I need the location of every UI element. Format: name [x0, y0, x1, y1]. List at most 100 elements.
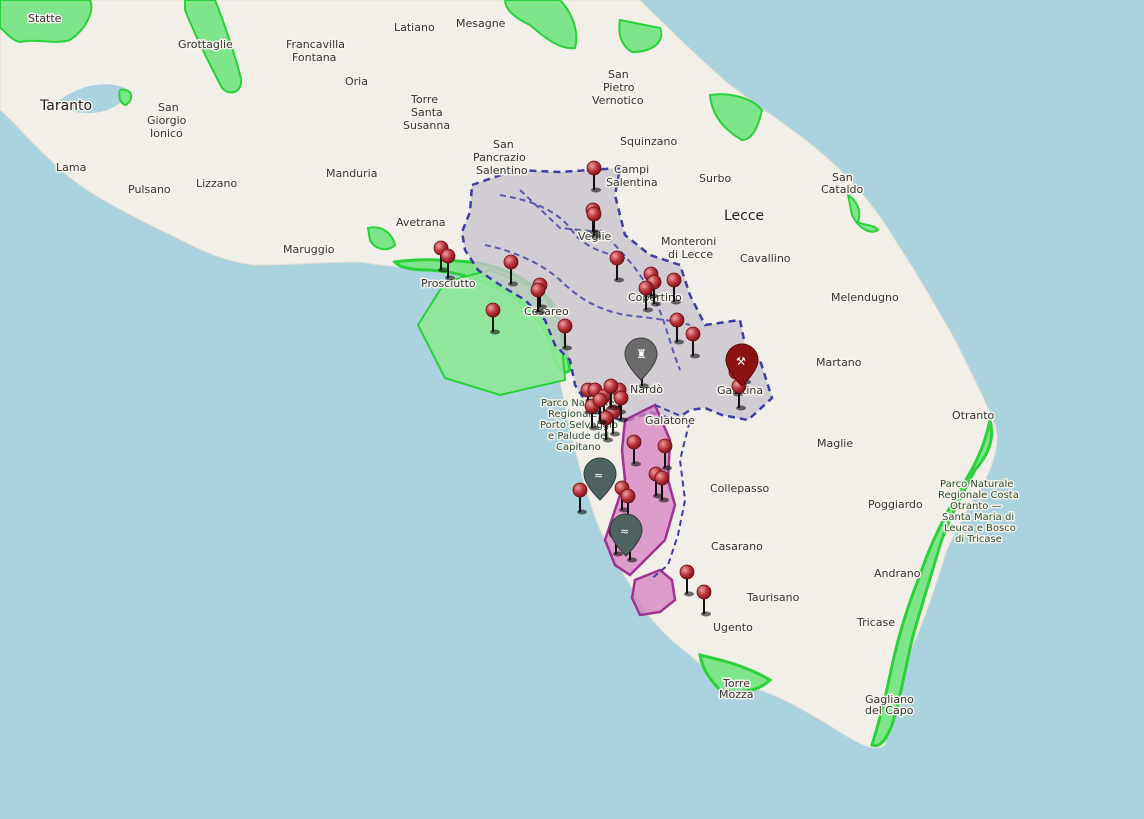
place-label: Latiano [394, 21, 435, 34]
map-pin-icon [557, 318, 573, 334]
pin-shadow [627, 557, 637, 563]
pin-shadow [445, 275, 455, 281]
place-label: Avetrana [396, 216, 445, 229]
place-label: Lama [56, 161, 86, 174]
place-label: Giorgio [147, 114, 187, 127]
pin-shadow [591, 187, 601, 193]
map-pin-icon [613, 390, 629, 406]
place-label: Collepasso [710, 482, 769, 495]
pin-shadow [614, 277, 624, 283]
svg-text:≈: ≈ [594, 469, 603, 482]
place-label: Pancrazio [473, 151, 526, 164]
place-label: Manduria [326, 167, 377, 180]
map-pin-icon [503, 254, 519, 270]
map-pin-icon [586, 206, 602, 222]
place-label: Susanna [403, 119, 450, 132]
map-pin-icon [669, 312, 685, 328]
pin-shadow [701, 611, 711, 617]
pin-shadow [674, 339, 684, 345]
map-pin-icon [530, 282, 546, 298]
park-label-line: Capitano [556, 442, 601, 453]
map-pin-icon [609, 250, 625, 266]
place-label: Mozza [719, 688, 754, 701]
place-label: Galatone [645, 414, 695, 427]
place-label: Surbo [699, 172, 731, 185]
place-label: Martano [816, 356, 862, 369]
pin-shadow [603, 437, 613, 443]
map-pin-icon [626, 434, 642, 450]
pin-shadow [671, 299, 681, 305]
pin-shadow [589, 425, 599, 431]
svg-text:≈: ≈ [620, 525, 629, 538]
place-label: Otranto [952, 409, 995, 422]
place-label: Andrano [874, 567, 921, 580]
pin-shadow [438, 267, 448, 273]
map-pin-icon [666, 272, 682, 288]
park-label-line: e Palude del [548, 431, 609, 442]
park-label-line: Parco Naturale [940, 479, 1013, 490]
map-pin-icon [638, 280, 654, 296]
place-label: Grottaglie [178, 38, 233, 51]
place-label: Santa [411, 106, 443, 119]
map-pin-icon [592, 392, 608, 408]
map-pin-icon [586, 160, 602, 176]
place-label: Francavilla [286, 38, 345, 51]
place-label: Ugento [713, 621, 753, 634]
pin-shadow [662, 465, 672, 471]
map-pin-icon [654, 470, 670, 486]
place-label: San [608, 68, 629, 81]
pin-shadow [639, 383, 649, 389]
map-pin-icon [603, 378, 619, 394]
place-label: Tricase [856, 616, 895, 629]
place-label: Statte [28, 12, 62, 25]
park-label-line: di Tricase [955, 534, 1002, 545]
place-label: Salentino [476, 164, 528, 177]
place-label: del Capo [865, 704, 914, 717]
pin-shadow [736, 405, 746, 411]
map-pin-icon [657, 438, 673, 454]
pin-shadow [618, 417, 628, 423]
pin-shadow [535, 309, 545, 315]
place-label: Taurisano [746, 591, 800, 604]
place-label: Oria [345, 75, 368, 88]
place-label: Mesagne [456, 17, 506, 30]
svg-text:♜: ♜ [636, 347, 647, 361]
pin-shadow [562, 345, 572, 351]
map-pin-icon [485, 302, 501, 318]
place-label: Vernotico [592, 94, 644, 107]
map-pin-icon [440, 248, 456, 264]
place-label: Maglie [817, 437, 853, 450]
park-label-line: Regionale Costa [938, 490, 1019, 501]
place-label: Casarano [711, 540, 763, 553]
pin-shadow [690, 353, 700, 359]
pin-shadow [608, 405, 618, 411]
pin-shadow [591, 233, 601, 239]
place-label: Cataldo [821, 183, 864, 196]
map-pin-icon [572, 482, 588, 498]
pin-shadow [613, 551, 623, 557]
place-label: Lecce [724, 208, 764, 224]
place-label: Monteroni [661, 235, 716, 248]
pin-shadow [631, 461, 641, 467]
place-label: Lizzano [196, 177, 237, 190]
place-label: Melendugno [831, 291, 899, 304]
pin-shadow [659, 497, 669, 503]
park-label-line: Leuca e Bosco [944, 523, 1016, 534]
place-label: Torre [410, 93, 438, 106]
pin-shadow [597, 419, 607, 425]
place-label: San [158, 101, 179, 114]
svg-text:⚒: ⚒ [736, 355, 746, 368]
park-label-line: Otranto — [950, 501, 1002, 512]
map-pin-icon [679, 564, 695, 580]
pin-shadow [610, 431, 620, 437]
map-canvas[interactable]: Statte Grottaglie Francavilla Fontana La… [0, 0, 1144, 819]
place-label: Campi [614, 163, 649, 176]
map-pin-icon [696, 584, 712, 600]
pin-shadow [684, 591, 694, 597]
pin-shadow [577, 509, 587, 515]
park-label-line: Santa Maria di [942, 512, 1014, 523]
place-label: Pulsano [128, 183, 171, 196]
place-label: Maruggio [283, 243, 335, 256]
pin-shadow [490, 329, 500, 335]
place-label: Ionico [150, 127, 183, 140]
